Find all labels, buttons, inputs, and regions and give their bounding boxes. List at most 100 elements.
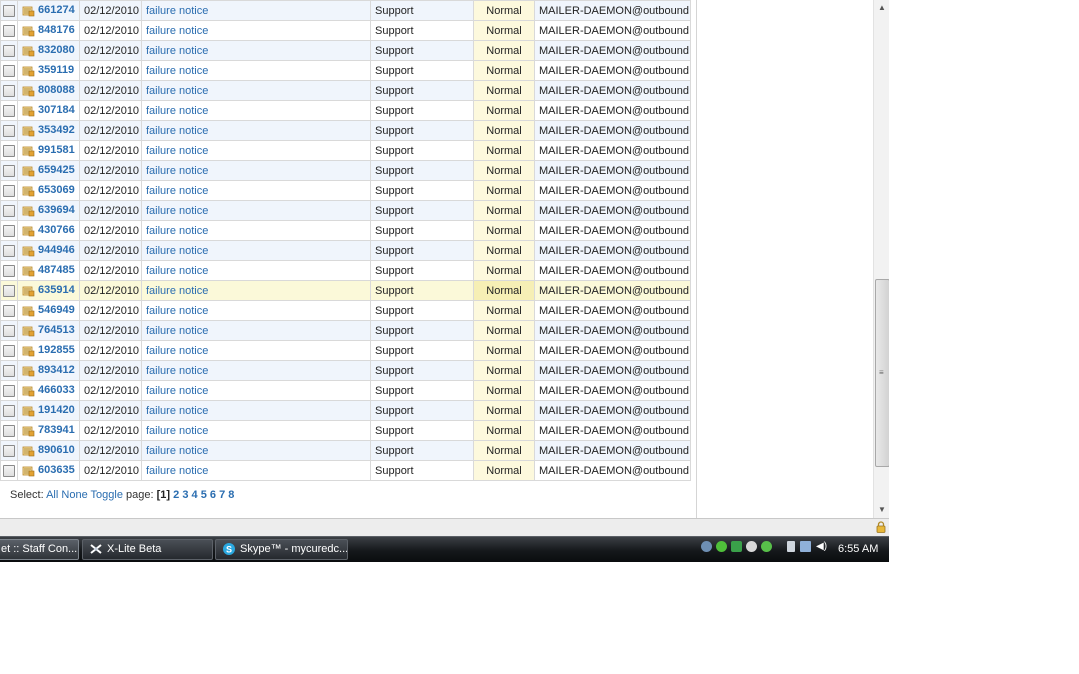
table-row[interactable]: 353492 02/12/2010 failure notice Support Nor… (0, 120, 691, 141)
page-link[interactable]: 4 (192, 489, 198, 501)
row-checkbox[interactable] (3, 4, 15, 17)
taskbar-clock[interactable]: 6:55 AM (838, 543, 878, 555)
table-row[interactable]: 307184 02/12/2010 failure notice Support Nor… (0, 100, 691, 121)
ticket-subject-link[interactable]: failure notice (146, 205, 208, 217)
row-checkbox[interactable] (3, 264, 15, 277)
ticket-subject-link[interactable]: failure notice (146, 65, 208, 77)
row-checkbox[interactable] (3, 184, 15, 197)
row-checkbox[interactable] (3, 164, 15, 177)
display-icon[interactable] (800, 541, 811, 552)
table-row[interactable]: 603635 02/12/2010 failure notice Support Nor… (0, 460, 691, 481)
row-checkbox[interactable] (3, 444, 15, 457)
page-link[interactable]: 7 (219, 489, 225, 501)
ticket-id-link[interactable]: 893412 (38, 364, 75, 376)
ticket-id-link[interactable]: 832080 (38, 44, 75, 56)
ticket-id-link[interactable]: 546949 (38, 304, 75, 316)
table-row[interactable]: 848176 02/12/2010 failure notice Support Nor… (0, 20, 691, 41)
select-none-link[interactable]: None (61, 489, 87, 501)
ticket-id-link[interactable]: 307184 (38, 104, 75, 116)
row-checkbox[interactable] (3, 344, 15, 357)
ticket-subject-link[interactable]: failure notice (146, 425, 208, 437)
ticket-subject-link[interactable]: failure notice (146, 345, 208, 357)
ticket-subject-link[interactable]: failure notice (146, 465, 208, 477)
table-row[interactable]: 359119 02/12/2010 failure notice Support Nor… (0, 60, 691, 81)
ticket-id-link[interactable]: 603635 (38, 464, 75, 476)
network-icon[interactable] (701, 541, 712, 552)
ticket-id-link[interactable]: 944946 (38, 244, 75, 256)
ticket-id-link[interactable]: 466033 (38, 384, 75, 396)
ticket-subject-link[interactable]: failure notice (146, 145, 208, 157)
row-checkbox[interactable] (3, 404, 15, 417)
table-row[interactable]: 890610 02/12/2010 failure notice Support Nor… (0, 440, 691, 461)
table-row[interactable]: 430766 02/12/2010 failure notice Support Nor… (0, 220, 691, 241)
row-checkbox[interactable] (3, 124, 15, 137)
row-checkbox[interactable] (3, 84, 15, 97)
ticket-id-link[interactable]: 191420 (38, 404, 75, 416)
table-row[interactable]: 487485 02/12/2010 failure notice Support Nor… (0, 260, 691, 281)
table-row[interactable]: 944946 02/12/2010 failure notice Support Nor… (0, 240, 691, 261)
ticket-subject-link[interactable]: failure notice (146, 225, 208, 237)
ticket-subject-link[interactable]: failure notice (146, 285, 208, 297)
page-link[interactable]: 8 (228, 489, 234, 501)
taskbar-button-x-lite[interactable]: X-Lite Beta (82, 539, 213, 560)
table-row[interactable]: 192855 02/12/2010 failure notice Support Nor… (0, 340, 691, 361)
row-checkbox[interactable] (3, 424, 15, 437)
scroll-thumb[interactable]: ≡ (875, 279, 889, 467)
ticket-id-link[interactable]: 808088 (38, 84, 75, 96)
device-icon[interactable] (787, 541, 795, 552)
ticket-id-link[interactable]: 639694 (38, 204, 75, 216)
row-checkbox[interactable] (3, 144, 15, 157)
ticket-id-link[interactable]: 430766 (38, 224, 75, 236)
taskbar-button-staff-console[interactable]: et :: Staff Con... (0, 539, 79, 560)
scroll-up-arrow-icon[interactable]: ▲ (874, 0, 889, 16)
table-row[interactable]: 639694 02/12/2010 failure notice Support Nor… (0, 200, 691, 221)
arrows-icon[interactable] (731, 541, 742, 552)
ticket-id-link[interactable]: 659425 (38, 164, 75, 176)
ticket-subject-link[interactable]: failure notice (146, 105, 208, 117)
row-checkbox[interactable] (3, 324, 15, 337)
table-row[interactable]: 832080 02/12/2010 failure notice Support Nor… (0, 40, 691, 61)
status-green-icon[interactable] (716, 541, 727, 552)
stop-icon[interactable] (746, 541, 757, 552)
ticket-subject-link[interactable]: failure notice (146, 165, 208, 177)
row-checkbox[interactable] (3, 204, 15, 217)
ticket-subject-link[interactable]: failure notice (146, 365, 208, 377)
table-row[interactable]: 661274 02/12/2010 failure notice Support Nor… (0, 0, 691, 21)
page-link[interactable]: 6 (210, 489, 216, 501)
ticket-subject-link[interactable]: failure notice (146, 405, 208, 417)
row-checkbox[interactable] (3, 464, 15, 477)
row-checkbox[interactable] (3, 384, 15, 397)
table-row[interactable]: 783941 02/12/2010 failure notice Support Nor… (0, 420, 691, 441)
taskbar-button-skype[interactable]: S Skype™ - mycuredc... (215, 539, 348, 560)
table-row[interactable]: 635914 02/12/2010 failure notice Support Nor… (0, 280, 691, 301)
ticket-subject-link[interactable]: failure notice (146, 245, 208, 257)
table-row[interactable]: 546949 02/12/2010 failure notice Support Nor… (0, 300, 691, 321)
ticket-subject-link[interactable]: failure notice (146, 45, 208, 57)
table-row[interactable]: 659425 02/12/2010 failure notice Support Nor… (0, 160, 691, 181)
ticket-subject-link[interactable]: failure notice (146, 5, 208, 17)
ticket-subject-link[interactable]: failure notice (146, 125, 208, 137)
page-link[interactable]: 2 (173, 489, 179, 501)
table-row[interactable]: 893412 02/12/2010 failure notice Support Nor… (0, 360, 691, 381)
row-checkbox[interactable] (3, 284, 15, 297)
ticket-subject-link[interactable]: failure notice (146, 25, 208, 37)
ticket-subject-link[interactable]: failure notice (146, 385, 208, 397)
row-checkbox[interactable] (3, 24, 15, 37)
ticket-id-link[interactable]: 653069 (38, 184, 75, 196)
row-checkbox[interactable] (3, 304, 15, 317)
table-row[interactable]: 764513 02/12/2010 failure notice Support Nor… (0, 320, 691, 341)
ticket-id-link[interactable]: 359119 (38, 64, 74, 76)
page-link[interactable]: 5 (201, 489, 207, 501)
ticket-id-link[interactable]: 764513 (38, 324, 75, 336)
ticket-subject-link[interactable]: failure notice (146, 445, 208, 457)
page-link[interactable]: 3 (182, 489, 188, 501)
ticket-subject-link[interactable]: failure notice (146, 265, 208, 277)
select-all-link[interactable]: All (46, 489, 58, 501)
ticket-subject-link[interactable]: failure notice (146, 325, 208, 337)
row-checkbox[interactable] (3, 244, 15, 257)
table-row[interactable]: 808088 02/12/2010 failure notice Support Nor… (0, 80, 691, 101)
table-row[interactable]: 191420 02/12/2010 failure notice Support Nor… (0, 400, 691, 421)
select-toggle-link[interactable]: Toggle (91, 489, 123, 501)
ticket-id-link[interactable]: 353492 (38, 124, 75, 136)
ticket-id-link[interactable]: 487485 (38, 264, 75, 276)
